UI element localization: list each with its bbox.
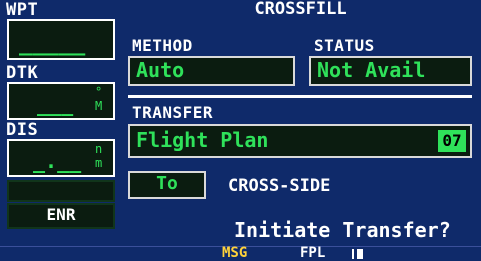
wpt-value: _____ <box>19 31 86 56</box>
sidebar-separator <box>7 180 115 202</box>
msg-annunciator: MSG <box>222 245 248 261</box>
dtk-unit-top: ° <box>95 85 103 99</box>
status-field: Not Avail <box>309 56 472 86</box>
wpt-field: _____ <box>7 19 115 60</box>
wpt-label: WPT <box>6 0 39 20</box>
dis-unit-top: n <box>95 142 103 156</box>
transfer-label: TRANSFER <box>132 103 214 122</box>
transfer-field[interactable]: Flight Plan 07 <box>128 124 472 158</box>
dis-unit-bottom: m <box>95 156 103 170</box>
enr-label: ENR <box>46 205 76 224</box>
dis-value: _.__ <box>33 149 82 173</box>
method-field[interactable]: Auto <box>128 56 295 86</box>
page-title: CROSSFILL <box>254 0 347 19</box>
page-indicator-block <box>357 249 363 259</box>
sidebar: WPT _____ DTK ___ ° M DIS _.__ n m ENR <box>0 0 120 246</box>
page-indicator-tick <box>352 249 354 259</box>
to-button[interactable]: To <box>128 171 206 199</box>
initiate-transfer-prompt[interactable]: Initiate Transfer? <box>234 218 451 242</box>
dtk-unit-bottom: M <box>95 99 103 113</box>
dtk-value: ___ <box>37 92 74 116</box>
divider <box>128 95 472 98</box>
status-label: STATUS <box>314 36 375 55</box>
dtk-label: DTK <box>6 63 39 83</box>
dis-field: _.__ n m <box>7 139 115 177</box>
method-label: METHOD <box>132 36 193 55</box>
enr-annunciator: ENR <box>7 203 115 229</box>
transfer-value: Flight Plan <box>136 128 269 152</box>
transfer-number: 07 <box>438 130 466 152</box>
dtk-field: ___ ° M <box>7 82 115 120</box>
crossfill-page: CROSSFILL METHOD Auto STATUS Not Avail T… <box>120 0 481 246</box>
fpl-label: FPL <box>300 245 326 261</box>
cross-side-label: CROSS-SIDE <box>228 176 331 196</box>
dis-label: DIS <box>6 120 39 140</box>
status-bar: MSG FPL <box>0 246 481 261</box>
